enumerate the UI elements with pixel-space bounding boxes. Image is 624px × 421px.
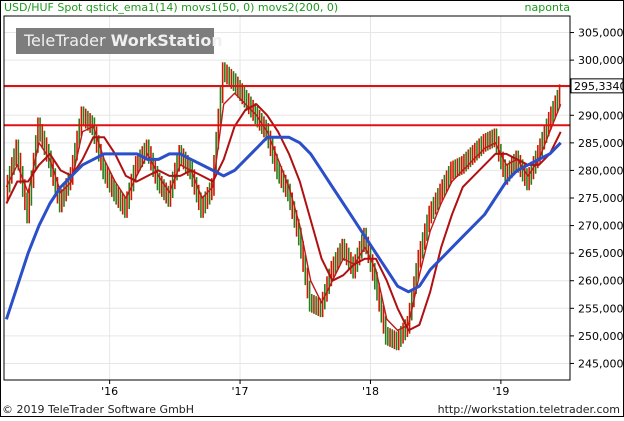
y-tick-label: 265,0000 xyxy=(578,247,624,260)
last-value-label: 295,3340 xyxy=(574,80,624,93)
website-link[interactable]: http://workstation.teletrader.com xyxy=(438,403,620,416)
chart-window: 245,0000 250,0000 255,0000 260,0000 265,0000… xyxy=(0,0,624,417)
y-tick-label: 305,0000 xyxy=(578,27,624,40)
teletrader-workstation-logo: TeleTrader WorkStation xyxy=(16,28,223,54)
x-tick-label: '18 xyxy=(362,385,379,398)
y-tick-label: 255,0000 xyxy=(578,302,624,315)
x-tick-label: '19 xyxy=(492,385,509,398)
y-tick-label: 270,0000 xyxy=(578,220,624,233)
logo-text-bold: WorkStation xyxy=(110,31,223,50)
y-tick-label: 275,0000 xyxy=(578,192,624,205)
y-tick-label: 300,0000 xyxy=(578,54,624,67)
x-tick-label: '16 xyxy=(101,385,118,398)
instrument-label: USD/HUF Spot qstick_ema1(14) movs1(50, 0… xyxy=(4,1,339,14)
y-tick-label: 245,0000 xyxy=(578,357,624,370)
y-tick-label: 290,0000 xyxy=(578,109,624,122)
y-tick-label: 285,0000 xyxy=(578,137,624,150)
copyright-text: © 2019 TeleTrader Software GmbH xyxy=(2,403,195,416)
last-value-marker: 295,3340 xyxy=(570,78,624,94)
interval-label: naponta xyxy=(524,1,570,14)
logo-text-plain: TeleTrader xyxy=(24,31,111,50)
y-tick-label: 250,0000 xyxy=(578,330,624,343)
x-tick-label: '17 xyxy=(232,385,249,398)
y-tick-label: 260,0000 xyxy=(578,275,624,288)
price-chart[interactable]: 245,0000 250,0000 255,0000 260,0000 265,0000… xyxy=(0,0,624,417)
y-tick-label: 280,0000 xyxy=(578,164,624,177)
